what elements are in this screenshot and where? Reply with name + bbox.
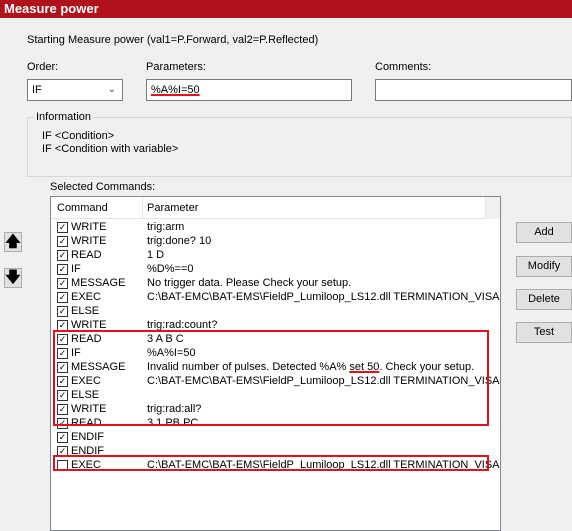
- row-command: MESSAGE: [71, 277, 126, 289]
- highlight-box: [53, 455, 489, 471]
- delete-button[interactable]: Delete: [516, 289, 572, 310]
- scrollbar[interactable]: [485, 197, 500, 219]
- comments-label: Comments:: [375, 61, 432, 73]
- move-up-button[interactable]: 🡅: [4, 232, 22, 252]
- row-command: ELSE: [71, 305, 100, 317]
- chevron-down-icon: ⌄: [107, 84, 116, 95]
- information-group: Information IF <Condition> IF <Condition…: [27, 111, 572, 177]
- description-text: Starting Measure power (val1=P.Forward, …: [27, 34, 319, 46]
- add-button[interactable]: Add: [516, 222, 572, 243]
- highlight-box: [53, 330, 489, 426]
- column-divider[interactable]: [142, 197, 143, 219]
- test-button[interactable]: Test: [516, 322, 572, 343]
- table-row[interactable]: ✓ WRITE trig:arm: [51, 221, 500, 234]
- selected-commands-label: Selected Commands:: [50, 181, 156, 193]
- row-parameter: 1 D: [147, 249, 165, 261]
- move-down-button[interactable]: 🡇: [4, 268, 22, 288]
- modify-button[interactable]: Modify: [516, 256, 572, 277]
- row-checkbox[interactable]: ✓: [57, 264, 68, 275]
- parameters-value: %A%I=50: [151, 84, 200, 96]
- row-parameter: trig:done? 10: [147, 235, 212, 247]
- table-row[interactable]: ✓ MESSAGE No trigger data. Please Check yo…: [51, 277, 500, 290]
- comments-input[interactable]: [375, 79, 572, 101]
- row-command: IF: [71, 263, 81, 275]
- column-header-parameter[interactable]: Parameter: [147, 202, 198, 214]
- row-command: ENDIF: [71, 431, 104, 443]
- order-value: IF: [32, 84, 42, 96]
- row-parameter: trig:arm: [147, 221, 185, 233]
- row-parameter: No trigger data. Please Check your setup…: [147, 277, 352, 289]
- column-header-command[interactable]: Command: [57, 202, 108, 214]
- row-checkbox[interactable]: ✓: [57, 250, 68, 261]
- row-checkbox[interactable]: ✓: [57, 236, 68, 247]
- row-parameter: %D%==0: [147, 263, 194, 275]
- window-title: Measure power: [0, 0, 572, 18]
- row-checkbox[interactable]: ✓: [57, 306, 68, 317]
- parameters-input[interactable]: %A%I=50: [146, 79, 352, 101]
- information-line: IF <Condition>: [42, 130, 115, 142]
- information-line: IF <Condition with variable>: [42, 143, 179, 155]
- row-command: WRITE: [71, 235, 107, 247]
- parameters-label: Parameters:: [146, 61, 206, 73]
- row-command: EXEC: [71, 291, 101, 303]
- order-label: Order:: [27, 61, 59, 73]
- commands-list[interactable]: Command Parameter ✓ WRITE trig:arm ✓ WRITE t…: [50, 196, 501, 531]
- table-row[interactable]: ✓ READ 1 D: [51, 249, 500, 262]
- table-row[interactable]: ✓ ENDIF: [51, 431, 500, 444]
- row-command: WRITE: [71, 221, 107, 233]
- table-row[interactable]: ✓ IF %D%==0: [51, 263, 500, 276]
- table-row[interactable]: ✓ WRITE trig:done? 10: [51, 235, 500, 248]
- row-parameter: C:\BAT-EMC\BAT-EMS\FieldP_Lumiloop_LS12.…: [147, 291, 501, 303]
- row-checkbox[interactable]: ✓: [57, 432, 68, 443]
- information-label: Information: [34, 111, 94, 123]
- row-checkbox[interactable]: ✓: [57, 278, 68, 289]
- order-select[interactable]: IF ⌄: [27, 79, 123, 101]
- list-header: Command Parameter: [51, 197, 500, 219]
- table-row[interactable]: ✓ EXEC C:\BAT-EMC\BAT-EMS\FieldP_Lumiloop_…: [51, 291, 500, 304]
- row-checkbox[interactable]: ✓: [57, 292, 68, 303]
- table-row[interactable]: ✓ ELSE: [51, 305, 500, 318]
- row-checkbox[interactable]: ✓: [57, 222, 68, 233]
- row-command: READ: [71, 249, 102, 261]
